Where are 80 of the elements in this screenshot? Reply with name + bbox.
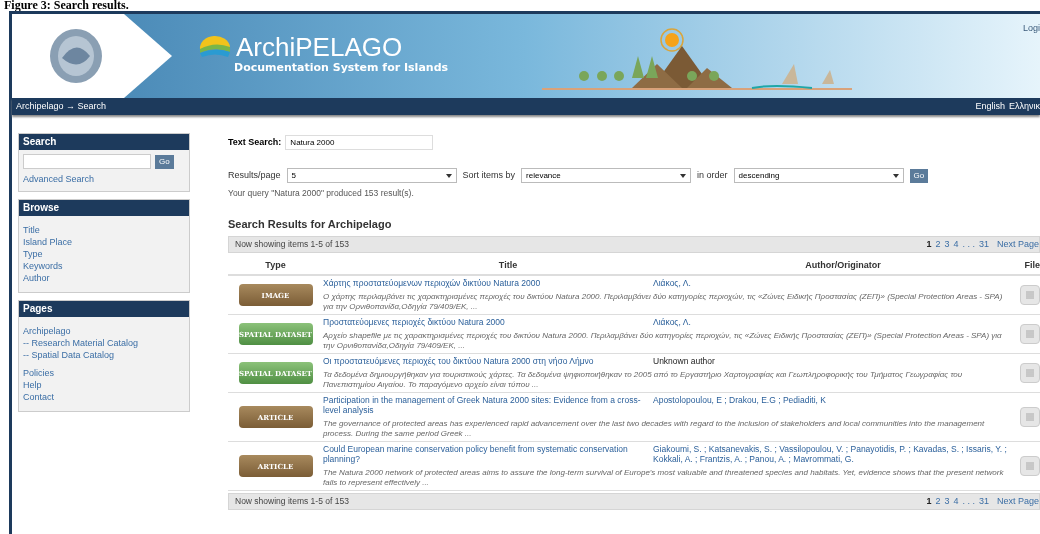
- result-description: Αρχείο shapefile με τις χαρακτηρισμένες περιοχές του δικτύου Natura 2000. Περιλαμβάνει δύο κατηγορίες περιοχών, τις «Ζώνες Ειδικής Προστασίας (ΖΕΠ)» (Special Protection Areas - SPA) για την Ορνιθοπανίδα,Οδηγία 79/409/ΕΚ, ...: [323, 331, 1003, 352]
- result-title-link[interactable]: Participation in the management of Greek Natura 2000 sites: Evidence from a cross-level analysis: [323, 395, 653, 416]
- page-link[interactable]: Help: [23, 378, 185, 391]
- page-link[interactable]: Contact: [23, 390, 185, 403]
- browse-link[interactable]: Author: [23, 271, 185, 284]
- items-count: Now showing items 1-5 of 153: [235, 495, 349, 509]
- coin-emblem-icon: [48, 28, 104, 84]
- result-description: Τα δεδομένα δημιουργήθηκαν για τουριστικούς χάρτες. Τα δεδομένα ψηφιοποιήθηκαν το 2005 από το Εργαστήριο Χαρτογραφίας και Γεωπληροφορικής του Τμήματος Γεωγραφίας του Πανεπιστημίου Αιγαίου. Το παραγόμενο αρχείο είναι τύπου ...: [323, 370, 964, 391]
- logo-title: ArchiPELAGO: [236, 34, 403, 60]
- page-number-link[interactable]: 1: [926, 495, 932, 509]
- browse-link[interactable]: Type: [23, 247, 185, 260]
- caret-icon: [680, 173, 687, 178]
- column-header: Title: [497, 258, 519, 272]
- page-number-link[interactable]: 31: [978, 238, 989, 252]
- result-description: The governance of protected areas has experienced rapid advancement over the last two decades with regard to the inclusion of stakeholders and local communities into the management process. During the same period Greek ...: [323, 419, 986, 440]
- author-link[interactable]: Giakoumi, S. ; Katsanevakis, S. ; Vassilopoulou, V. ; Panayotidis, P. ; Kavadas, S. ; Issaris, Y. ; Kokkali, A. ; Frantzis, A. ; Panou, A. ; Mavrommati, G.: [653, 444, 1018, 465]
- column-header: File: [1023, 258, 1040, 272]
- file-icon[interactable]: [1020, 456, 1040, 477]
- result-title-link[interactable]: Χάρτης προστατεύομενων περιοχών δικτύου Natura 2000: [323, 278, 653, 289]
- author-link[interactable]: Apostolopoulou, E ; Drakou, E.G ; Pediaditi, K: [653, 395, 1018, 406]
- panel-title: Pages: [19, 300, 189, 317]
- page-number-link[interactable]: 3: [944, 495, 950, 509]
- dropdown[interactable]: relevance: [521, 168, 692, 183]
- results-heading: Search Results for Archipelago: [228, 216, 393, 232]
- caret-icon: [445, 173, 452, 178]
- page-link[interactable]: -- Research Material Catalog: [23, 336, 185, 349]
- go-button[interactable]: Go: [909, 168, 929, 183]
- page-number-link[interactable]: 2: [935, 238, 941, 252]
- browse-link[interactable]: Keywords: [23, 259, 185, 272]
- file-icon[interactable]: [1020, 407, 1040, 428]
- go-button[interactable]: Go: [155, 154, 174, 169]
- result-title-link[interactable]: Could European marine conservation policy benefit from systematic conservation planning?: [323, 444, 653, 465]
- page-number-link[interactable]: 4: [953, 238, 959, 252]
- page-number-link[interactable]: . . .: [962, 238, 975, 252]
- file-icon[interactable]: [1020, 363, 1040, 384]
- page-number-link[interactable]: 31: [978, 495, 989, 509]
- author-text: Unknown author: [653, 356, 716, 367]
- search-field[interactable]: [23, 154, 151, 169]
- result-title-link[interactable]: Προστατεύομενες περιοχές δικτύου Natura 2000: [323, 317, 653, 328]
- next-page-link[interactable]: Next Page: [996, 495, 1039, 509]
- dropdown[interactable]: 5: [286, 168, 457, 183]
- field-label: Results/page: [228, 168, 281, 182]
- field-label: Text Search:: [228, 135, 282, 149]
- page-link[interactable]: Archipelago: [23, 324, 185, 337]
- column-header: Author/Originator: [804, 258, 882, 272]
- page-number-link[interactable]: 2: [935, 495, 941, 509]
- figure-caption: Figure 3: Search results.: [3, 0, 130, 11]
- browse-link[interactable]: Island Place: [23, 235, 185, 248]
- language-link[interactable]: English: [975, 99, 1005, 114]
- field-label: Sort items by: [462, 168, 516, 182]
- field-label: in order: [697, 168, 728, 182]
- caret-icon: [892, 173, 899, 178]
- file-icon[interactable]: [1020, 285, 1040, 306]
- language-link[interactable]: Ελληνικ: [1009, 99, 1040, 114]
- page-number-link[interactable]: 3: [944, 238, 950, 252]
- browse-link[interactable]: Title: [23, 223, 185, 236]
- file-icon[interactable]: [1020, 324, 1040, 345]
- author-link[interactable]: Λιάκος, Λ.: [653, 317, 1018, 328]
- page-link[interactable]: Policies: [23, 366, 185, 379]
- page-number-link[interactable]: 4: [953, 495, 959, 509]
- text-search-field[interactable]: Natura 2000: [285, 135, 434, 150]
- advanced-search-link[interactable]: Advanced Search: [23, 173, 185, 187]
- page-link[interactable]: -- Spatial Data Catalog: [23, 348, 185, 361]
- result-description: The Natura 2000 network of protected areas aims to assure the long-term survival of Europe's most valuable and threatened species and habitats. Yet, evidence shows that the present network fails to represent effectively ...: [323, 468, 1005, 489]
- panel-title: Browse: [19, 199, 189, 216]
- next-page-link[interactable]: Next Page: [996, 238, 1039, 252]
- dropdown[interactable]: descending: [733, 168, 904, 183]
- logo-subtitle: Documentation System for Islands: [234, 60, 449, 76]
- waves-logo-icon: [198, 35, 232, 59]
- author-link[interactable]: Λιάκος, Λ.: [653, 278, 1018, 289]
- panel-title: Search: [19, 134, 189, 150]
- result-title-link[interactable]: Οι προστατευόμενες περιοχές του δικτύου Natura 2000 στη νήσο Λήμνο: [323, 356, 653, 367]
- breadcrumb: Archipelago → Search: [16, 99, 107, 113]
- result-description: Ο χάρτης περιλαμβάνει τις χαρακτηρισμένες περιοχές του δικτύου Natura 2000. Περιλαμβάνει δύο κατηγορίες περιοχών, τις «Ζώνες Ειδικής Προστασίας (ΖΕΠ)» (Special Protection Areas - SPA) για την Ορνιθοπανίδα,Οδηγία 79/409/ΕΚ, ...: [323, 292, 1004, 313]
- login-link[interactable]: Logi: [1023, 22, 1040, 36]
- query-summary: Your query "Natura 2000" produced 153 result(s).: [228, 187, 415, 200]
- page-number-link[interactable]: . . .: [962, 495, 975, 509]
- items-count: Now showing items 1-5 of 153: [235, 238, 349, 252]
- column-header: Type: [264, 258, 287, 272]
- page-number-link[interactable]: 1: [926, 238, 932, 252]
